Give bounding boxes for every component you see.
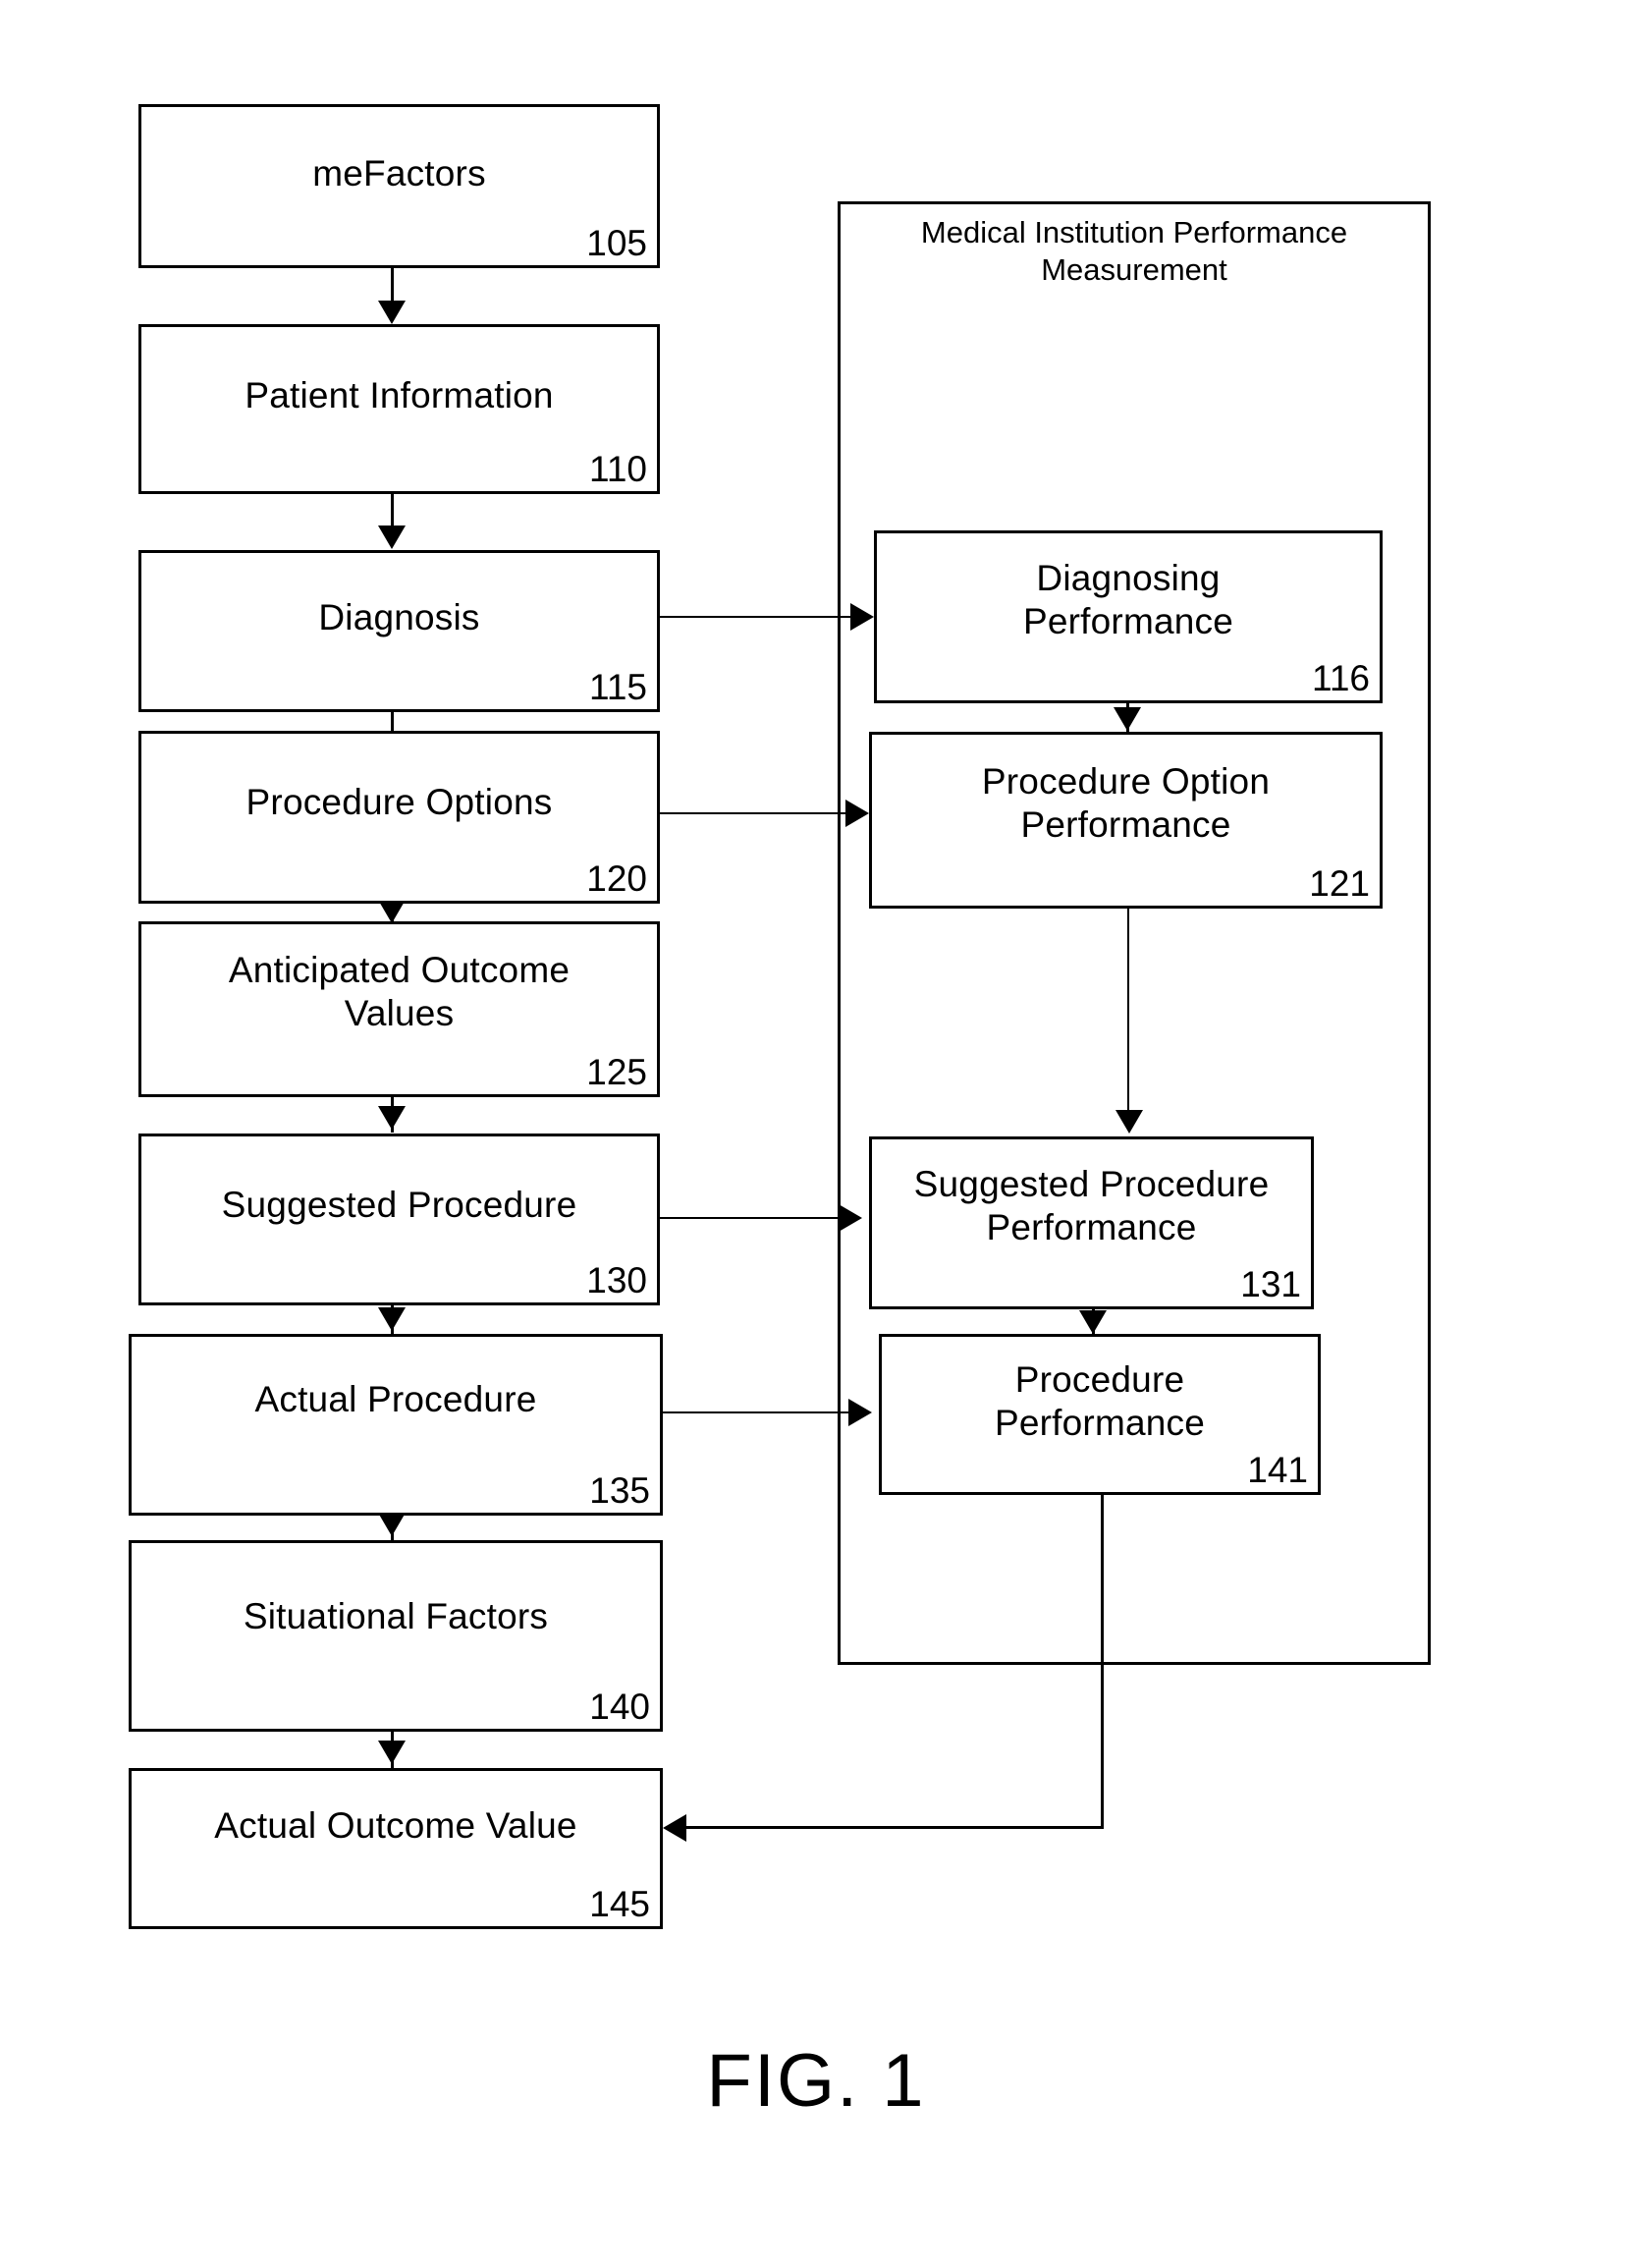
connector-procedure-performance-feedback-horizontal bbox=[684, 1826, 1104, 1829]
node-diagnosis-refnum: 115 bbox=[589, 667, 647, 708]
arrowhead-right-icon bbox=[848, 1399, 872, 1426]
arrowhead-down-icon bbox=[1114, 707, 1141, 731]
node-anticipated-outcome-values: Anticipated Outcome Values 125 bbox=[138, 921, 660, 1097]
arrowhead-down-icon bbox=[378, 1513, 406, 1536]
figure-caption: FIG. 1 bbox=[706, 2039, 926, 2123]
node-procedure-performance-refnum: 141 bbox=[1247, 1450, 1308, 1491]
node-diagnosing-performance: Diagnosing Performance 116 bbox=[874, 530, 1383, 703]
node-patient-information-refnum: 110 bbox=[589, 449, 647, 490]
node-suggested-procedure: Suggested Procedure 130 bbox=[138, 1134, 660, 1305]
arrowhead-right-icon bbox=[850, 603, 874, 631]
node-patient-information-label: Patient Information bbox=[245, 375, 554, 415]
arrowhead-right-icon bbox=[839, 1204, 862, 1232]
node-anticipated-outcome-values-refnum: 125 bbox=[586, 1052, 647, 1093]
arrowhead-down-icon bbox=[378, 1307, 406, 1331]
arrowhead-right-icon bbox=[845, 800, 869, 827]
node-procedure-option-performance: Procedure Option Performance 121 bbox=[869, 732, 1383, 909]
connector-procedure-option-performance-to-suggested-procedure-performance bbox=[1127, 909, 1129, 1117]
node-diagnosing-performance-refnum: 116 bbox=[1312, 658, 1370, 699]
arrowhead-down-icon bbox=[378, 1106, 406, 1130]
node-situational-factors-refnum: 140 bbox=[589, 1687, 650, 1728]
patent-figure: Medical Institution Performance Measurem… bbox=[0, 0, 1632, 2268]
node-patient-information: Patient Information 110 bbox=[138, 324, 660, 494]
node-procedure-options-refnum: 120 bbox=[586, 858, 647, 900]
node-diagnosis: Diagnosis 115 bbox=[138, 550, 660, 712]
node-mefactors-refnum: 105 bbox=[586, 223, 647, 264]
node-anticipated-outcome-values-label: Anticipated Outcome Values bbox=[228, 950, 571, 1033]
node-procedure-options: Procedure Options 120 bbox=[138, 731, 660, 904]
arrowhead-down-icon bbox=[378, 301, 406, 324]
node-actual-procedure-refnum: 135 bbox=[589, 1470, 650, 1512]
connector-procedure-options-to-procedure-option-performance bbox=[660, 812, 849, 814]
connector-diagnosis-to-diagnosing-performance bbox=[660, 616, 854, 618]
node-suggested-procedure-refnum: 130 bbox=[586, 1260, 647, 1301]
node-suggested-procedure-label: Suggested Procedure bbox=[221, 1185, 577, 1225]
node-procedure-options-label: Procedure Options bbox=[245, 782, 553, 822]
node-actual-outcome-value-refnum: 145 bbox=[589, 1884, 650, 1925]
node-suggested-procedure-performance: Suggested Procedure Performance 131 bbox=[869, 1136, 1314, 1309]
node-diagnosing-performance-label: Diagnosing Performance bbox=[1022, 558, 1233, 641]
connector-procedure-performance-feedback-vertical bbox=[1101, 1495, 1104, 1829]
arrowhead-down-icon bbox=[1115, 1110, 1143, 1134]
node-suggested-procedure-performance-label: Suggested Procedure Performance bbox=[913, 1164, 1270, 1247]
node-actual-procedure-label: Actual Procedure bbox=[254, 1379, 537, 1419]
arrowhead-down-icon bbox=[378, 526, 406, 549]
connector-actual-procedure-to-procedure-performance bbox=[663, 1411, 852, 1413]
connector-suggested-procedure-to-suggested-procedure-performance bbox=[660, 1217, 843, 1219]
arrowhead-down-icon bbox=[378, 1741, 406, 1764]
node-actual-procedure: Actual Procedure 135 bbox=[129, 1334, 663, 1516]
node-situational-factors-label: Situational Factors bbox=[243, 1596, 549, 1636]
node-procedure-performance-label: Procedure Performance bbox=[994, 1359, 1205, 1443]
node-procedure-option-performance-refnum: 121 bbox=[1309, 863, 1370, 905]
node-actual-outcome-value: Actual Outcome Value 145 bbox=[129, 1768, 663, 1929]
node-actual-outcome-value-label: Actual Outcome Value bbox=[214, 1805, 577, 1846]
node-diagnosis-label: Diagnosis bbox=[318, 597, 480, 637]
node-procedure-performance: Procedure Performance 141 bbox=[879, 1334, 1321, 1495]
node-procedure-option-performance-label: Procedure Option Performance bbox=[981, 761, 1271, 845]
node-mefactors: meFactors 105 bbox=[138, 104, 660, 268]
arrowhead-down-icon bbox=[1079, 1310, 1107, 1334]
panel-title: Medical Institution Performance Measurem… bbox=[920, 215, 1348, 287]
node-suggested-procedure-performance-refnum: 131 bbox=[1240, 1264, 1301, 1305]
arrowhead-left-icon bbox=[663, 1814, 686, 1842]
node-mefactors-label: meFactors bbox=[312, 153, 486, 194]
node-situational-factors: Situational Factors 140 bbox=[129, 1540, 663, 1732]
